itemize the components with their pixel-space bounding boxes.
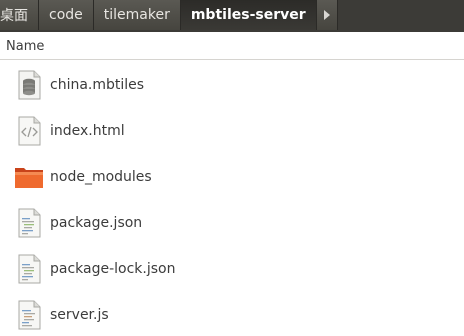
html-file-icon	[18, 116, 41, 146]
name-column-header[interactable]: Name	[6, 39, 44, 54]
file-name: package.json	[50, 215, 143, 231]
breadcrumb: 桌面 code tilemaker mbtiles-server	[0, 0, 464, 32]
file-name: node_modules	[50, 169, 152, 185]
breadcrumb-scroll-button[interactable]	[316, 0, 338, 30]
file-row-package-lock-json[interactable]: package-lock.json	[0, 246, 464, 292]
crumb-code[interactable]: code	[39, 0, 94, 30]
file-name: package-lock.json	[50, 261, 176, 277]
crumb-desktop[interactable]: 桌面	[0, 0, 39, 30]
file-name: china.mbtiles	[50, 77, 145, 93]
crumb-mbtiles-server[interactable]: mbtiles-server	[180, 0, 317, 30]
file-row-node-modules[interactable]: node_modules	[0, 154, 464, 200]
pathbar-empty-area	[337, 0, 464, 32]
text-file-icon	[18, 254, 41, 284]
database-file-icon	[18, 70, 41, 100]
file-manager-window: 桌面 code tilemaker mbtiles-server Name ch…	[0, 0, 464, 336]
folder-icon	[15, 168, 43, 188]
file-name: server.js	[50, 307, 109, 323]
file-row-server-js[interactable]: server.js	[0, 292, 464, 336]
crumb-tilemaker[interactable]: tilemaker	[93, 0, 181, 30]
text-file-icon	[18, 208, 41, 238]
file-name: index.html	[50, 123, 125, 139]
file-row-china-mbtiles[interactable]: china.mbtiles	[0, 62, 464, 108]
file-list: china.mbtiles index.html node_modules pa…	[0, 62, 464, 336]
chevron-right-icon	[323, 10, 330, 20]
file-row-index-html[interactable]: index.html	[0, 108, 464, 154]
file-row-package-json[interactable]: package.json	[0, 200, 464, 246]
column-header: Name	[0, 34, 464, 60]
script-file-icon	[18, 300, 41, 330]
